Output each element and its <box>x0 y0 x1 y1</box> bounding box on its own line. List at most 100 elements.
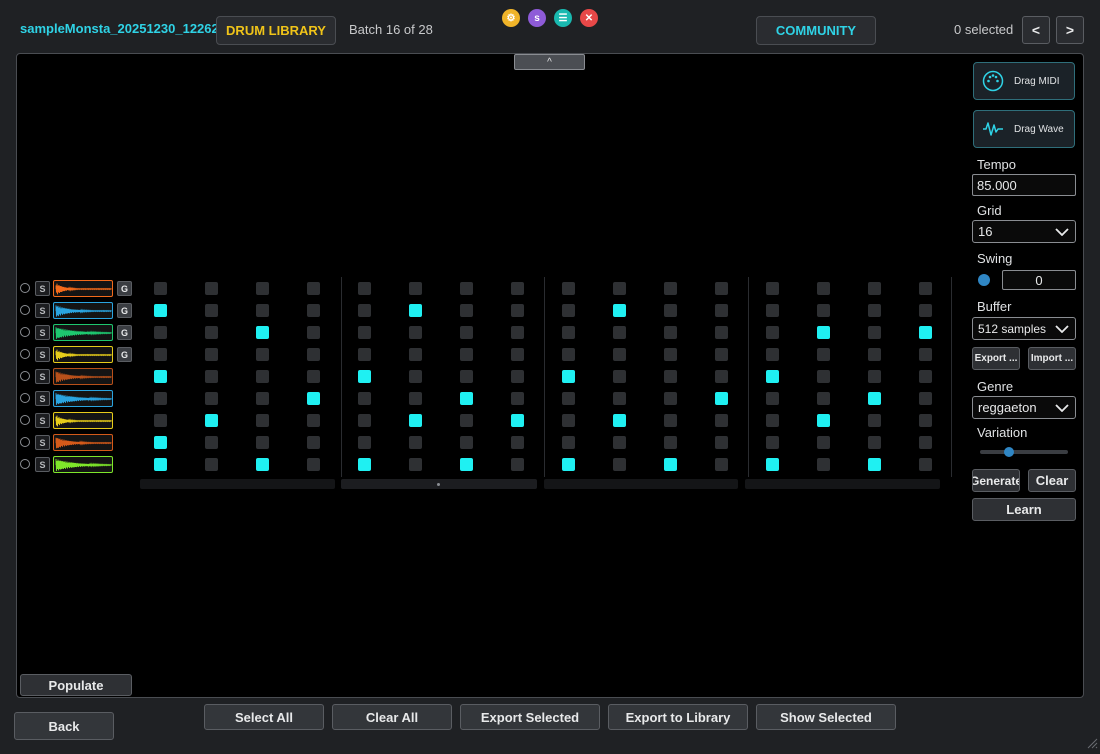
step-cell[interactable] <box>919 304 932 317</box>
step-cell[interactable] <box>205 436 218 449</box>
step-cell[interactable] <box>664 326 677 339</box>
step-cell[interactable] <box>256 414 269 427</box>
step-cell[interactable] <box>511 458 524 471</box>
step-cell[interactable] <box>919 282 932 295</box>
step-cell[interactable] <box>358 282 371 295</box>
step-cell[interactable] <box>919 348 932 361</box>
step-cell[interactable] <box>409 392 422 405</box>
community-button[interactable]: COMMUNITY <box>756 16 876 45</box>
track-waveform[interactable] <box>53 390 113 407</box>
step-cell[interactable] <box>409 326 422 339</box>
step-cell[interactable] <box>562 304 575 317</box>
step-cell[interactable] <box>664 304 677 317</box>
track-waveform[interactable] <box>53 456 113 473</box>
step-cell[interactable] <box>409 370 422 383</box>
step-cell[interactable] <box>154 392 167 405</box>
step-cell[interactable] <box>613 282 626 295</box>
step-cell[interactable] <box>511 348 524 361</box>
track-solo-button[interactable]: S <box>35 303 50 318</box>
track-solo-button[interactable]: S <box>35 457 50 472</box>
step-cell[interactable] <box>664 282 677 295</box>
track-solo-button[interactable]: S <box>35 435 50 450</box>
step-cell[interactable] <box>358 458 371 471</box>
step-cell[interactable] <box>460 370 473 383</box>
step-cell[interactable] <box>766 304 779 317</box>
step-cell[interactable] <box>817 282 830 295</box>
step-cell[interactable] <box>358 414 371 427</box>
track-select-radio[interactable] <box>20 283 30 293</box>
step-cell[interactable] <box>817 304 830 317</box>
step-cell[interactable] <box>766 348 779 361</box>
step-cell[interactable] <box>766 282 779 295</box>
page-scroll-4[interactable] <box>745 479 940 489</box>
track-solo-button[interactable]: S <box>35 281 50 296</box>
step-cell[interactable] <box>715 370 728 383</box>
track-waveform[interactable] <box>53 346 113 363</box>
page-scroll-3[interactable] <box>544 479 738 489</box>
drum-library-button[interactable]: DRUM LIBRARY <box>216 16 336 45</box>
step-cell[interactable] <box>307 326 320 339</box>
step-cell[interactable] <box>766 392 779 405</box>
step-cell[interactable] <box>562 436 575 449</box>
step-cell[interactable] <box>613 326 626 339</box>
step-cell[interactable] <box>511 370 524 383</box>
step-cell[interactable] <box>562 392 575 405</box>
step-cell[interactable] <box>307 370 320 383</box>
step-cell[interactable] <box>358 370 371 383</box>
step-cell[interactable] <box>256 392 269 405</box>
collapse-toggle[interactable]: ^ <box>514 54 585 70</box>
step-cell[interactable] <box>715 414 728 427</box>
step-cell[interactable] <box>613 348 626 361</box>
step-cell[interactable] <box>919 458 932 471</box>
step-cell[interactable] <box>562 458 575 471</box>
step-cell[interactable] <box>919 326 932 339</box>
swing-input[interactable]: 0 <box>1002 270 1076 290</box>
generate-button[interactable]: Generate <box>972 469 1020 492</box>
step-cell[interactable] <box>460 392 473 405</box>
step-cell[interactable] <box>154 348 167 361</box>
export-button[interactable]: Export ... <box>972 347 1020 370</box>
step-cell[interactable] <box>154 326 167 339</box>
step-cell[interactable] <box>460 326 473 339</box>
step-cell[interactable] <box>511 392 524 405</box>
step-cell[interactable] <box>715 304 728 317</box>
clear-all-button[interactable]: Clear All <box>332 704 452 730</box>
step-cell[interactable] <box>409 348 422 361</box>
step-cell[interactable] <box>511 304 524 317</box>
step-cell[interactable] <box>358 348 371 361</box>
step-cell[interactable] <box>307 458 320 471</box>
step-cell[interactable] <box>562 414 575 427</box>
step-cell[interactable] <box>511 282 524 295</box>
step-cell[interactable] <box>460 282 473 295</box>
page-scroll-1[interactable] <box>140 479 335 489</box>
step-cell[interactable] <box>205 304 218 317</box>
step-cell[interactable] <box>256 326 269 339</box>
step-cell[interactable] <box>817 392 830 405</box>
track-waveform[interactable] <box>53 368 113 385</box>
step-cell[interactable] <box>205 282 218 295</box>
step-cell[interactable] <box>868 370 881 383</box>
swing-knob[interactable] <box>978 274 990 286</box>
step-cell[interactable] <box>562 370 575 383</box>
drag-wave-button[interactable]: Drag Wave <box>973 110 1075 148</box>
next-batch-button[interactable]: > <box>1056 16 1084 44</box>
step-cell[interactable] <box>766 370 779 383</box>
step-cell[interactable] <box>256 458 269 471</box>
step-cell[interactable] <box>409 436 422 449</box>
step-cell[interactable] <box>205 370 218 383</box>
track-solo-button[interactable]: S <box>35 347 50 362</box>
track-select-radio[interactable] <box>20 327 30 337</box>
step-cell[interactable] <box>358 304 371 317</box>
select-all-button[interactable]: Select All <box>204 704 324 730</box>
step-cell[interactable] <box>256 436 269 449</box>
variation-slider-thumb[interactable] <box>1004 447 1015 457</box>
step-cell[interactable] <box>154 414 167 427</box>
track-solo-button[interactable]: S <box>35 325 50 340</box>
close-dot-icon[interactable]: ✕ <box>580 9 598 27</box>
step-cell[interactable] <box>154 304 167 317</box>
step-cell[interactable] <box>613 370 626 383</box>
step-cell[interactable] <box>766 436 779 449</box>
step-cell[interactable] <box>664 414 677 427</box>
step-cell[interactable] <box>919 392 932 405</box>
step-cell[interactable] <box>613 436 626 449</box>
